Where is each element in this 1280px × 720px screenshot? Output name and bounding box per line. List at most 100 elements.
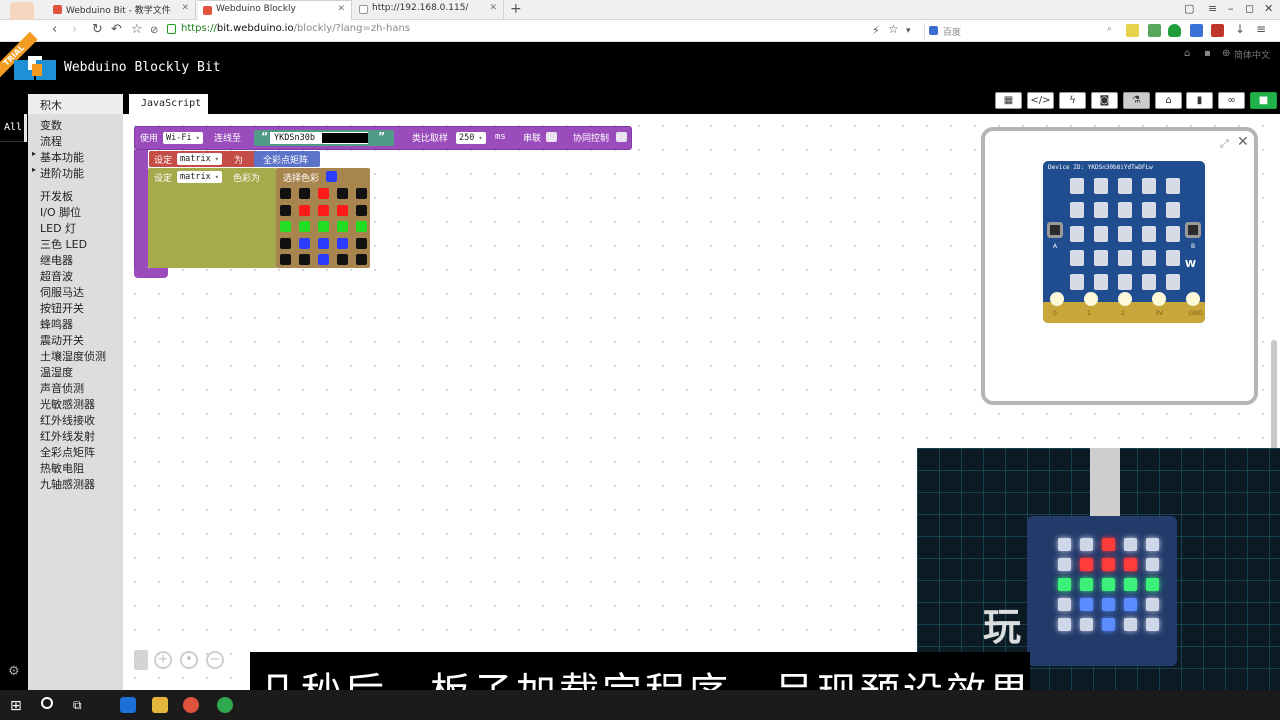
led-cell[interactable] [356,188,367,199]
close-window-icon[interactable]: ✕ [1264,2,1273,15]
connection-type-dropdown[interactable]: Wi-Fi [163,132,203,144]
globe-icon[interactable]: ⊕ [1222,48,1230,59]
chrome-icon[interactable] [217,697,233,713]
forward-icon[interactable]: › [72,22,77,37]
expand-icon[interactable]: ⤢ [1220,137,1229,151]
category-item[interactable]: 蜂鸣器 [28,316,73,332]
shield-extension-icon[interactable] [1168,24,1181,37]
serial-checkbox[interactable] [546,132,557,142]
category-item[interactable]: 光敏感测器 [28,396,95,412]
led-cell[interactable] [337,237,348,249]
all-tab[interactable]: All [0,114,26,142]
led-cell[interactable] [318,237,329,249]
search-box[interactable]: 百度 ⌕ [924,23,1116,39]
category-item[interactable]: 变数 [28,117,62,133]
tab-menu-icon[interactable]: ▢ [1184,2,1194,15]
category-item[interactable]: 红外线接收 [28,412,95,428]
category-item[interactable]: 全彩点矩阵 [28,444,95,460]
led-cell[interactable] [299,221,310,232]
new-tab-button[interactable]: + [510,1,522,17]
led-cell[interactable] [318,204,329,216]
code-view-button[interactable]: </> [1027,92,1054,109]
edge-browser-icon[interactable] [120,697,136,713]
led-cell[interactable] [299,204,310,216]
variable-dropdown[interactable]: matrix [177,153,222,165]
file-explorer-icon[interactable] [152,697,168,713]
tab-close-icon[interactable]: ✕ [489,3,497,13]
sync-control-checkbox[interactable] [616,132,627,142]
save-icon[interactable]: ▪ [1204,48,1211,59]
button-a[interactable] [1047,222,1063,238]
favorites-star-icon[interactable]: ☆ [131,22,143,37]
security-shield-icon[interactable]: ⊘ [150,25,158,36]
run-button[interactable]: ■ [1250,92,1277,109]
led-cell[interactable] [280,204,291,216]
led-cell[interactable] [299,188,310,199]
close-icon[interactable]: ✕ [1237,134,1249,150]
tab-close-icon[interactable]: ✕ [337,4,345,14]
category-item[interactable]: 声音侦测 [28,380,84,396]
category-item[interactable]: 开发板 [28,188,73,204]
trash-button[interactable]: ▮ [1186,92,1213,109]
zoom-reset-icon[interactable]: • [180,651,198,669]
search-icon[interactable]: ⌕ [1107,24,1112,34]
undo-close-icon[interactable]: ↶ [111,22,122,37]
button-b[interactable] [1185,222,1201,238]
category-item[interactable]: ▸ 进阶功能 [28,165,84,181]
flash-button[interactable]: ϟ [1059,92,1086,109]
search-icon[interactable] [41,697,53,709]
led-cell[interactable] [337,221,348,232]
back-icon[interactable]: ‹ [52,22,57,37]
category-item[interactable]: 热敏电阻 [28,460,84,476]
led-cell[interactable] [356,221,367,232]
led-cell[interactable] [337,204,348,216]
url-field[interactable]: https://bit.webduino.io/blockly/?lang=zh… [165,23,885,39]
color-swatch[interactable] [326,171,337,182]
menu-icon[interactable]: ≡ [1256,22,1266,36]
workspace-scrollbar[interactable] [1271,340,1277,450]
link-button[interactable]: ∞ [1218,92,1245,109]
tab-teaching-docs[interactable]: Webduino Bit - 教学文件 ✕ [48,0,196,20]
led-cell[interactable] [356,254,367,265]
category-item[interactable]: LED 灯 [28,220,76,236]
minimize-icon[interactable]: – [1228,2,1234,15]
extension-icon[interactable] [1211,24,1224,37]
category-item[interactable]: 伺服马达 [28,284,84,300]
led-cell[interactable] [280,237,291,249]
qr-code-button[interactable]: ▦ [995,92,1022,109]
reload-icon[interactable]: ↻ [92,22,103,37]
led-cell[interactable] [280,221,291,232]
gear-icon[interactable]: ⚙ [8,664,20,679]
category-item[interactable]: I/O 脚位 [28,204,81,220]
category-item[interactable]: 震动开关 [28,332,84,348]
maximize-icon[interactable]: ◻ [1245,2,1254,15]
led-cell[interactable] [318,221,329,232]
led-cell[interactable] [337,188,348,199]
led-cell[interactable] [318,188,329,199]
language-selector[interactable]: 简体中文 [1234,48,1270,61]
led-cell[interactable] [356,204,367,216]
led-cell[interactable] [280,254,291,265]
lightning-icon[interactable]: ⚡ [872,24,880,37]
category-item[interactable]: 土壤湿度侦测 [28,348,106,364]
led-cell[interactable] [356,237,367,249]
category-item[interactable]: 超音波 [28,268,73,284]
led-cell[interactable] [337,254,348,265]
category-item[interactable]: 温湿度 [28,364,73,380]
category-item[interactable]: 按钮开关 [28,300,84,316]
chrome-icon[interactable] [183,697,199,713]
sampling-dropdown[interactable]: 250 [456,132,486,144]
extension-icon[interactable] [1126,24,1139,37]
settings-icon[interactable]: ≡ [1208,2,1217,15]
led-cell[interactable] [318,254,329,265]
led-cell[interactable] [299,237,310,249]
windows-start-icon[interactable]: ⊞ [10,698,22,714]
task-view-icon[interactable]: ⧉ [73,698,82,713]
category-item[interactable]: 九轴感测器 [28,476,95,492]
extension-icon[interactable] [1148,24,1161,37]
extension-icon[interactable] [1190,24,1203,37]
led-cell[interactable] [280,188,291,199]
variable-dropdown[interactable]: matrix [177,171,222,183]
trash-can-icon[interactable] [134,650,148,670]
zoom-in-icon[interactable]: + [154,651,172,669]
